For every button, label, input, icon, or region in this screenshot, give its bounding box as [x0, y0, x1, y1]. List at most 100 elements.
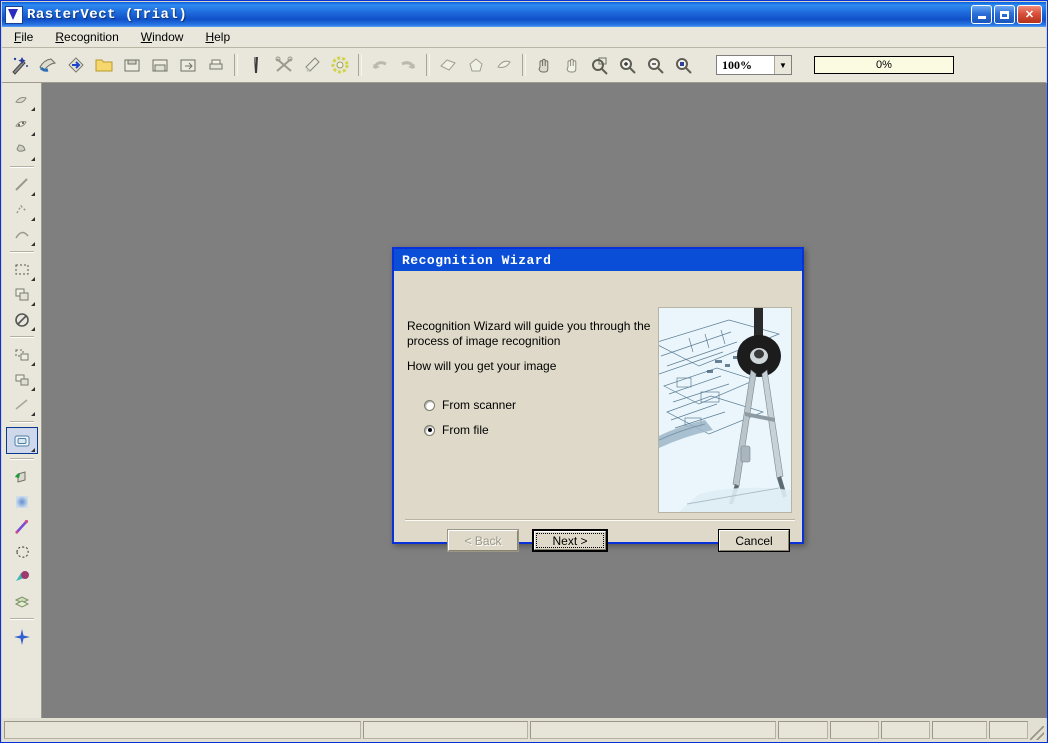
- fill-bucket-icon[interactable]: [7, 464, 37, 489]
- application-window: RasterVect (Trial) ✕ FFileile Recognitio…: [0, 0, 1048, 743]
- resize-grip[interactable]: [1030, 726, 1045, 740]
- dialog-separator: [405, 519, 795, 521]
- rectangle-tool-icon[interactable]: [435, 52, 461, 78]
- save-as-icon[interactable]: [147, 52, 173, 78]
- acquire-icon[interactable]: [63, 52, 89, 78]
- clean-icon[interactable]: [299, 52, 325, 78]
- radio-from-scanner[interactable]: From scanner: [424, 398, 516, 412]
- zoom-level-combo[interactable]: 100% ▼: [716, 55, 792, 75]
- undo-icon[interactable]: [367, 52, 393, 78]
- status-panel: [881, 721, 931, 739]
- menu-item-help[interactable]: Help: [195, 28, 240, 46]
- polygon-tool-icon[interactable]: [463, 52, 489, 78]
- menu-item-window[interactable]: Window: [131, 28, 194, 46]
- dialog-body: Recognition Wizard will guide you throug…: [394, 271, 802, 552]
- tool-flyout-arrow-icon[interactable]: [30, 327, 35, 331]
- status-panel: [363, 721, 529, 739]
- tool-flyout-arrow-icon[interactable]: [30, 277, 35, 281]
- dialog-question-text: How will you get your image: [407, 359, 557, 373]
- status-bar: [2, 718, 1046, 742]
- tool-flyout-arrow-icon[interactable]: [30, 302, 35, 306]
- status-panel: [988, 721, 1029, 739]
- tool-flyout-arrow-icon[interactable]: [30, 132, 35, 136]
- gradient-icon[interactable]: [7, 489, 37, 514]
- line-tool-icon[interactable]: [7, 172, 37, 197]
- tool-flyout-arrow-icon[interactable]: [30, 387, 35, 391]
- redo-icon[interactable]: [395, 52, 421, 78]
- tool-flyout-arrow-icon[interactable]: [30, 192, 35, 196]
- cancel-button-label: Cancel: [735, 533, 773, 548]
- tool-flyout-arrow-icon[interactable]: [30, 412, 35, 416]
- polyline-tool-icon[interactable]: [7, 197, 37, 222]
- tool-flyout-arrow-icon[interactable]: [30, 242, 35, 246]
- lasso-icon[interactable]: [7, 539, 37, 564]
- radio-from-file[interactable]: From file: [424, 423, 489, 437]
- curve-tool-icon[interactable]: [7, 222, 37, 247]
- tool-flyout-arrow-icon[interactable]: [30, 217, 35, 221]
- zoom-out-icon[interactable]: [643, 52, 669, 78]
- frame-tool-icon[interactable]: [5, 427, 38, 454]
- toolbar-separator: [9, 251, 34, 253]
- maximize-button[interactable]: [994, 5, 1015, 24]
- grab-hand-icon[interactable]: [559, 52, 585, 78]
- title-bar: RasterVect (Trial) ✕: [2, 2, 1046, 27]
- delete-icon[interactable]: [7, 307, 37, 332]
- minimize-button[interactable]: [971, 5, 992, 24]
- print-icon[interactable]: [203, 52, 229, 78]
- toolbar-separator: [9, 166, 34, 168]
- chevron-down-icon[interactable]: ▼: [774, 56, 791, 74]
- tool-flyout-arrow-icon[interactable]: [30, 448, 35, 452]
- toolbar-separator: [522, 54, 526, 76]
- main-toolbar: 100% ▼ 0%: [2, 48, 1046, 83]
- close-button[interactable]: ✕: [1017, 5, 1042, 24]
- copy-shape-icon[interactable]: [7, 342, 37, 367]
- back-button: < Back: [447, 529, 519, 552]
- save-icon[interactable]: [119, 52, 145, 78]
- tool-flyout-arrow-icon[interactable]: [30, 362, 35, 366]
- menu-item-recognition[interactable]: Recognition: [45, 28, 128, 46]
- radio-label-from-scanner: From scanner: [442, 398, 517, 412]
- rectangle-select-icon[interactable]: [7, 257, 37, 282]
- status-panel: [4, 721, 362, 739]
- progress-indicator: 0%: [814, 56, 954, 74]
- hatch-line-icon[interactable]: [7, 392, 37, 417]
- move-shape-icon[interactable]: [7, 367, 37, 392]
- radio-button-selected-icon[interactable]: [424, 424, 435, 436]
- radio-button-icon[interactable]: [424, 399, 435, 411]
- progress-value: 0%: [876, 59, 892, 71]
- despeckle-icon[interactable]: [327, 52, 353, 78]
- erase-icon[interactable]: [271, 52, 297, 78]
- open-file-icon[interactable]: [91, 52, 117, 78]
- pen-tool-icon[interactable]: [7, 514, 37, 539]
- toolbar-separator: [358, 54, 362, 76]
- select-area-icon[interactable]: [7, 112, 37, 137]
- menu-bar: FFileile Recognition Window Help: [2, 27, 1046, 48]
- zoom-window-icon[interactable]: [587, 52, 613, 78]
- color-picker-icon[interactable]: [7, 564, 37, 589]
- dialog-button-row: < Back Next > Cancel: [394, 529, 802, 559]
- magic-wand-icon[interactable]: [7, 137, 37, 162]
- toolbar-separator: [234, 54, 238, 76]
- pan-hand-icon[interactable]: [531, 52, 557, 78]
- scanner-icon[interactable]: [35, 52, 61, 78]
- next-button[interactable]: Next >: [532, 529, 608, 552]
- dialog-title: Recognition Wizard: [402, 252, 552, 268]
- zoom-in-icon[interactable]: [615, 52, 641, 78]
- zoom-fit-icon[interactable]: [671, 52, 697, 78]
- status-panel: [829, 721, 880, 739]
- select-object-icon[interactable]: [7, 87, 37, 112]
- recognition-wizard-icon[interactable]: [7, 52, 33, 78]
- shape-tool-icon[interactable]: [491, 52, 517, 78]
- toolbar-separator: [9, 618, 34, 620]
- cancel-button[interactable]: Cancel: [718, 529, 790, 552]
- duplicate-icon[interactable]: [7, 282, 37, 307]
- tool-flyout-arrow-icon[interactable]: [30, 157, 35, 161]
- export-icon[interactable]: [175, 52, 201, 78]
- menu-item-file[interactable]: FFileile: [4, 28, 43, 46]
- left-toolbar: [2, 83, 42, 718]
- layers-icon[interactable]: [7, 589, 37, 614]
- vectorize-icon[interactable]: [243, 52, 269, 78]
- node-edit-icon[interactable]: [7, 624, 37, 649]
- status-panel: [530, 721, 777, 739]
- tool-flyout-arrow-icon[interactable]: [30, 107, 35, 111]
